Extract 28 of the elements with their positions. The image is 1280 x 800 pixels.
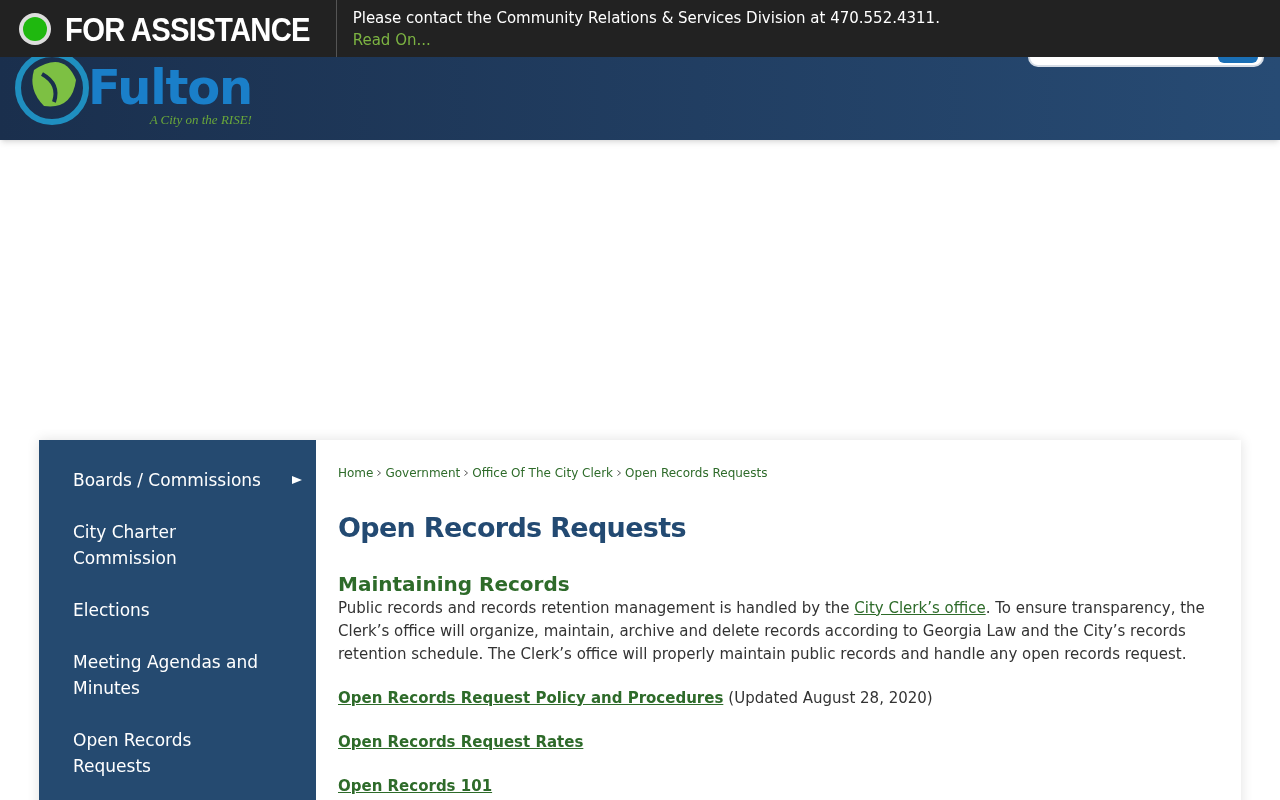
- document-link[interactable]: Open Records 101: [338, 774, 493, 798]
- sidebar-item[interactable]: Elections: [39, 584, 316, 636]
- document-link[interactable]: Open Records Request Rates: [338, 730, 584, 754]
- status-light-icon: [17, 10, 53, 47]
- banner-title: FOR ASSISTANCE: [65, 11, 310, 46]
- banner-message: Please contact the Community Relations & Services Division at 470.552.4311.: [352, 7, 940, 29]
- logo-text: Fulton: [88, 63, 252, 111]
- document-link[interactable]: Open Records Request Policy and Procedures: [338, 686, 724, 710]
- chevron-right-icon: [464, 470, 469, 476]
- breadcrumb-link[interactable]: Home: [338, 464, 374, 482]
- body-paragraph: Public records and records retention management is handled by the City Clerk’s office. To ensure transparency, the Clerk’s office will organize, maintain, archive and delete records according to Georgia Law and the City’s records retention schedule. The Clerk’s office will properly maintain public records and handle any open records request.: [338, 597, 1206, 665]
- sidebar-item[interactable]: City Charter Commission: [39, 506, 316, 584]
- breadcrumb-link[interactable]: Open Records Requests: [625, 464, 768, 482]
- section-title: Maintaining Records: [338, 570, 571, 597]
- chevron-right-icon: [617, 470, 622, 476]
- sidebar-item[interactable]: Meeting Agendas and Minutes: [39, 636, 316, 714]
- update-note: (Updated August 28, 2020): [728, 687, 933, 709]
- read-on-link[interactable]: Read On...: [352, 28, 431, 51]
- triangle-right-icon: [292, 475, 302, 485]
- breadcrumb-link[interactable]: Government: [385, 464, 461, 482]
- sidebar-item[interactable]: Open Records Requests: [39, 714, 316, 792]
- logo-tagline: A City on the RISE!: [149, 113, 252, 126]
- chevron-right-icon: [377, 470, 382, 476]
- breadcrumb-link[interactable]: Office Of The City Clerk: [472, 464, 614, 482]
- sidebar-item[interactable]: Boards / Commissions: [39, 454, 316, 506]
- search-button[interactable]: [1218, 57, 1258, 63]
- city-clerk-link[interactable]: City Clerk’s office: [854, 598, 986, 617]
- page-title: Open Records Requests: [338, 511, 687, 545]
